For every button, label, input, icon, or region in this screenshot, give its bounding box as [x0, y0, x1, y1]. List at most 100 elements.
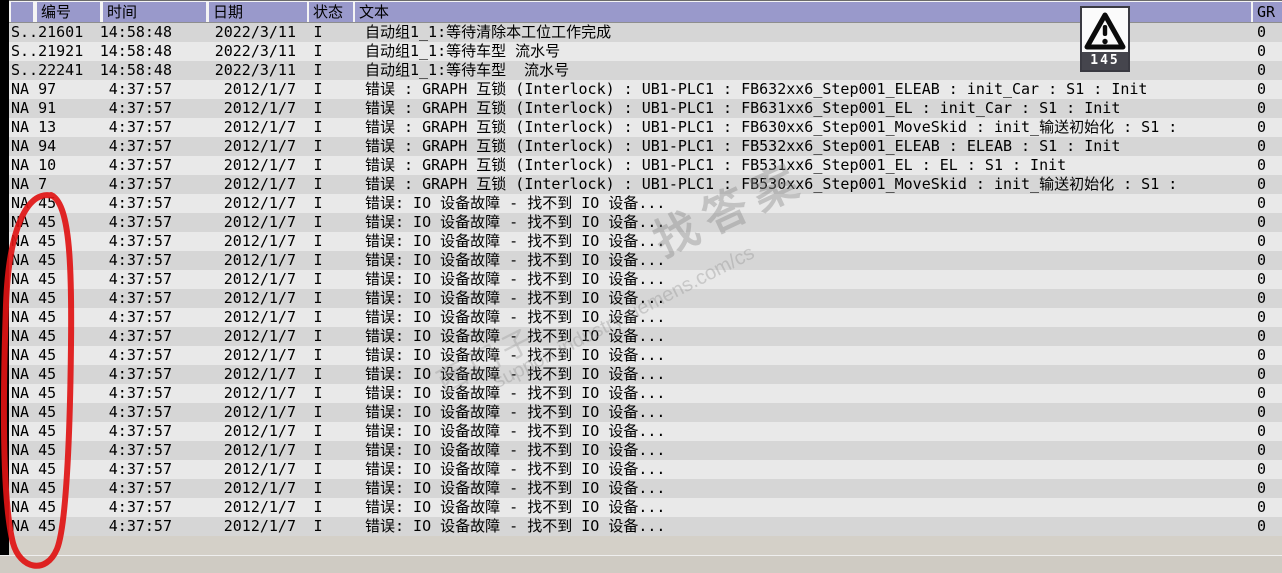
- alarm-row[interactable]: NA 45 4:37:57 2012/1/7 I 错误: IO 设备故障 - 找…: [9, 346, 1282, 365]
- alarm-row[interactable]: NA 45 4:37:57 2012/1/7 I 错误: IO 设备故障 - 找…: [9, 384, 1282, 403]
- cell-gr-value: 0: [1257, 42, 1267, 60]
- header-cell-date[interactable]: 日期: [209, 2, 307, 22]
- cell-message-text: 错误: IO 设备故障 - 找不到 IO 设备...: [365, 403, 666, 421]
- alarm-row[interactable]: NA 45 4:37:57 2012/1/7 I 错误: IO 设备故障 - 找…: [9, 251, 1282, 270]
- cell-message-text: 错误: IO 设备故障 - 找不到 IO 设备...: [365, 213, 666, 231]
- cell-date: 2022/3/11: [214, 42, 296, 60]
- cell-gr-value: 0: [1257, 137, 1267, 155]
- cell-gr-value: 0: [1257, 61, 1267, 79]
- alarm-row[interactable]: NA 10 4:37:57 2012/1/7 I 错误 : GRAPH 互锁 (…: [9, 156, 1282, 175]
- cell-alarm-number: NA 45: [11, 327, 57, 345]
- cell-state: I: [313, 346, 323, 364]
- cell-date: 2012/1/7: [223, 194, 296, 212]
- cell-date: 2012/1/7: [223, 99, 296, 117]
- alarm-row[interactable]: NA 45 4:37:57 2012/1/7 I 错误: IO 设备故障 - 找…: [9, 327, 1282, 346]
- cell-time: 14:58:48: [99, 61, 172, 79]
- cell-alarm-number: NA 91: [11, 99, 57, 117]
- cell-state: I: [313, 479, 323, 497]
- alarm-row[interactable]: NA 45 4:37:57 2012/1/7 I 错误: IO 设备故障 - 找…: [9, 403, 1282, 422]
- cell-alarm-number: S..22241: [11, 61, 84, 79]
- cell-state: I: [313, 460, 323, 478]
- cell-message-text: 错误: IO 设备故障 - 找不到 IO 设备...: [365, 384, 666, 402]
- cell-alarm-number: NA 45: [11, 441, 57, 459]
- cell-state: I: [313, 99, 323, 117]
- cell-time: 4:37:57: [108, 118, 172, 136]
- cell-gr-value: 0: [1257, 23, 1267, 41]
- alarm-row[interactable]: NA 45 4:37:57 2012/1/7 I 错误: IO 设备故障 - 找…: [9, 289, 1282, 308]
- cell-alarm-number: NA 45: [11, 479, 57, 497]
- alarm-row[interactable]: NA 45 4:37:57 2012/1/7 I 错误: IO 设备故障 - 找…: [9, 422, 1282, 441]
- alarm-row[interactable]: NA 45 4:37:57 2012/1/7 I 错误: IO 设备故障 - 找…: [9, 270, 1282, 289]
- cell-gr-value: 0: [1257, 498, 1267, 516]
- alarm-row[interactable]: NA 91 4:37:57 2012/1/7 I 错误 : GRAPH 互锁 (…: [9, 99, 1282, 118]
- alarm-row[interactable]: NA 45 4:37:57 2012/1/7 I 错误: IO 设备故障 - 找…: [9, 441, 1282, 460]
- cell-alarm-number: NA 13: [11, 118, 57, 136]
- cell-message-text: 错误: IO 设备故障 - 找不到 IO 设备...: [365, 441, 666, 459]
- header-cell-selector[interactable]: [11, 2, 33, 22]
- cell-alarm-number: NA 45: [11, 308, 57, 326]
- cell-date: 2012/1/7: [223, 232, 296, 250]
- cell-date: 2012/1/7: [223, 479, 296, 497]
- cell-time: 4:37:57: [108, 270, 172, 288]
- cell-state: I: [313, 194, 323, 212]
- cell-message-text: 错误: IO 设备故障 - 找不到 IO 设备...: [365, 270, 666, 288]
- alarm-row[interactable]: NA 45 4:37:57 2012/1/7 I 错误: IO 设备故障 - 找…: [9, 460, 1282, 479]
- cell-date: 2012/1/7: [223, 422, 296, 440]
- cell-date: 2012/1/7: [223, 498, 296, 516]
- cell-alarm-number: S..21601: [11, 23, 84, 41]
- warning-triangle-icon: [1082, 9, 1128, 53]
- alarm-row[interactable]: NA 45 4:37:57 2012/1/7 I 错误: IO 设备故障 - 找…: [9, 479, 1282, 498]
- cell-date: 2022/3/11: [214, 61, 296, 79]
- alarm-row[interactable]: NA 45 4:37:57 2012/1/7 I 错误: IO 设备故障 - 找…: [9, 194, 1282, 213]
- cell-state: I: [313, 308, 323, 326]
- cell-alarm-number: NA 45: [11, 384, 57, 402]
- header-cell-state[interactable]: 状态: [309, 2, 353, 22]
- cell-alarm-number: NA 45: [11, 270, 57, 288]
- cell-time: 4:37:57: [108, 308, 172, 326]
- header-cell-group[interactable]: GR: [1253, 2, 1282, 22]
- cell-message-text: 错误: IO 设备故障 - 找不到 IO 设备...: [365, 346, 666, 364]
- cell-gr-value: 0: [1257, 289, 1267, 307]
- cell-message-text: 错误: IO 设备故障 - 找不到 IO 设备...: [365, 327, 666, 345]
- cell-date: 2012/1/7: [223, 365, 296, 383]
- cell-alarm-number: NA 45: [11, 194, 57, 212]
- cell-state: I: [313, 365, 323, 383]
- cell-time: 4:37:57: [108, 460, 172, 478]
- alarm-row[interactable]: NA 94 4:37:57 2012/1/7 I 错误 : GRAPH 互锁 (…: [9, 137, 1282, 156]
- cell-time: 14:58:48: [99, 42, 172, 60]
- cell-date: 2022/3/11: [214, 23, 296, 41]
- header-cell-number[interactable]: 编号: [37, 2, 100, 22]
- alarm-row[interactable]: NA 45 4:37:57 2012/1/7 I 错误: IO 设备故障 - 找…: [9, 213, 1282, 232]
- cell-date: 2012/1/7: [223, 403, 296, 421]
- header-cell-time[interactable]: 时间: [103, 2, 206, 22]
- alarm-row[interactable]: NA 97 4:37:57 2012/1/7 I 错误 : GRAPH 互锁 (…: [9, 80, 1282, 99]
- alarm-row[interactable]: NA 45 4:37:57 2012/1/7 I 错误: IO 设备故障 - 找…: [9, 498, 1282, 517]
- cell-gr-value: 0: [1257, 422, 1267, 440]
- cell-message-text: 错误 : GRAPH 互锁 (Interlock) : UB1-PLC1 : F…: [365, 137, 1121, 155]
- cell-message-text: 错误 : GRAPH 互锁 (Interlock) : UB1-PLC1 : F…: [365, 175, 1178, 193]
- cell-date: 2012/1/7: [223, 460, 296, 478]
- cell-state: I: [313, 80, 323, 98]
- cell-message-text: 错误: IO 设备故障 - 找不到 IO 设备...: [365, 232, 666, 250]
- cell-date: 2012/1/7: [223, 80, 296, 98]
- cell-gr-value: 0: [1257, 308, 1267, 326]
- cell-state: I: [313, 156, 323, 174]
- cell-time: 4:37:57: [108, 213, 172, 231]
- alarm-row[interactable]: NA 45 4:37:57 2012/1/7 I 错误: IO 设备故障 - 找…: [9, 308, 1282, 327]
- alarm-row[interactable]: NA 45 4:37:57 2012/1/7 I 错误: IO 设备故障 - 找…: [9, 232, 1282, 251]
- cell-state: I: [313, 23, 323, 41]
- cell-alarm-number: NA 7: [11, 175, 48, 193]
- alarm-row[interactable]: NA 13 4:37:57 2012/1/7 I 错误 : GRAPH 互锁 (…: [9, 118, 1282, 137]
- left-black-strip: [0, 0, 9, 555]
- cell-date: 2012/1/7: [223, 156, 296, 174]
- cell-time: 4:37:57: [108, 365, 172, 383]
- alarm-row[interactable]: NA 45 4:37:57 2012/1/7 I 错误: IO 设备故障 - 找…: [9, 365, 1282, 384]
- warning-overlay-badge[interactable]: 145: [1080, 6, 1130, 72]
- alarm-row[interactable]: NA 45 4:37:57 2012/1/7 I 错误: IO 设备故障 - 找…: [9, 517, 1282, 536]
- cell-state: I: [313, 270, 323, 288]
- alarm-row[interactable]: NA 7 4:37:57 2012/1/7 I 错误 : GRAPH 互锁 (I…: [9, 175, 1282, 194]
- cell-date: 2012/1/7: [223, 289, 296, 307]
- cell-alarm-number: NA 45: [11, 403, 57, 421]
- cell-gr-value: 0: [1257, 270, 1267, 288]
- cell-date: 2012/1/7: [223, 327, 296, 345]
